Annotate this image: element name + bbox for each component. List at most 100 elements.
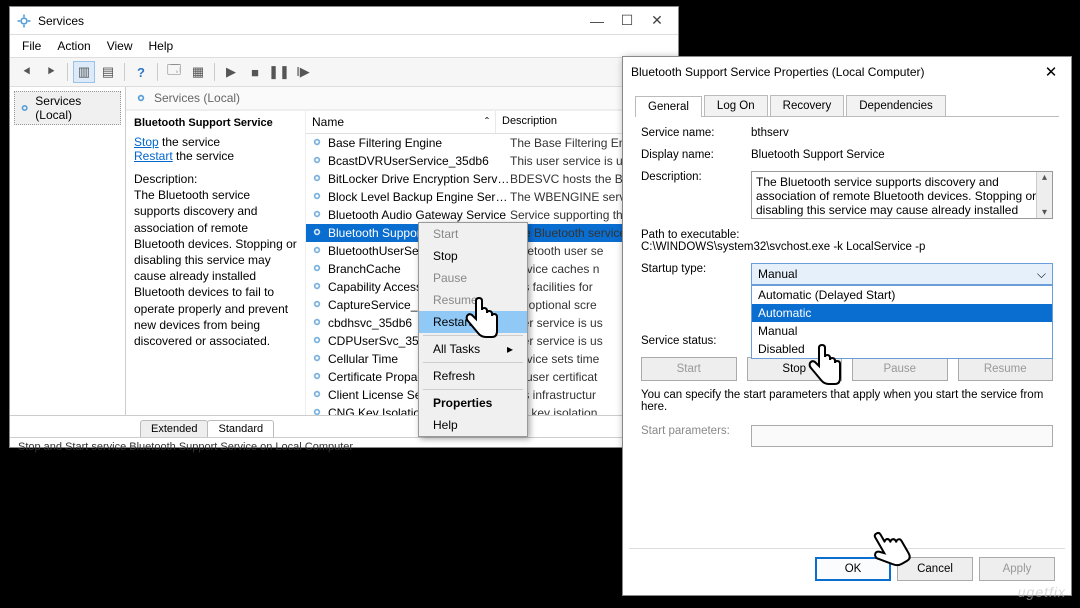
desc-text: The Bluetooth service supports discovery… (134, 187, 297, 349)
close-button[interactable]: ✕ (642, 10, 672, 32)
tab-dependencies[interactable]: Dependencies (846, 95, 946, 116)
value-path: C:\WINDOWS\system32\svchost.exe -k Local… (641, 241, 925, 253)
startup-option[interactable]: Disabled (752, 340, 1052, 358)
ctx-stop[interactable]: Stop (419, 245, 527, 267)
resume-button[interactable]: Resume (958, 357, 1054, 381)
view-tabs: Extended Standard (10, 415, 678, 437)
restart-service-icon[interactable]: I▶ (292, 61, 314, 83)
gear-icon (18, 101, 31, 115)
properties-dialog: Bluetooth Support Service Properties (Lo… (622, 56, 1072, 596)
value-display-name: Bluetooth Support Service (751, 149, 1053, 161)
export-icon[interactable]: 🗔 (163, 61, 185, 83)
restart-service-link[interactable]: Restart (134, 149, 173, 163)
context-menu: StartStopPauseResumeRestart All Tasks Refr… (418, 222, 528, 437)
note-text: You can specify the start parameters tha… (641, 389, 1053, 413)
gear-icon (310, 333, 324, 350)
scrollbar[interactable]: ▴▾ (1036, 172, 1052, 218)
gear-icon (310, 171, 324, 188)
forward-icon[interactable]: ⯈ (40, 61, 62, 83)
ctx-properties[interactable]: Properties (419, 392, 527, 414)
ok-button[interactable]: OK (815, 557, 891, 581)
menu-file[interactable]: File (14, 37, 49, 55)
scroll-down-icon: ▾ (1037, 207, 1052, 218)
back-icon[interactable]: ⯇ (16, 61, 38, 83)
gear-icon (134, 91, 148, 105)
ctx-all-tasks[interactable]: All Tasks (419, 338, 527, 360)
property-tabs: General Log On Recovery Dependencies (635, 95, 1059, 117)
toolbar: ⯇ ⯈ ▥ ▤ ? 🗔 ▦ ▶ ■ ❚❚ I▶ (10, 58, 678, 87)
titlebar[interactable]: Services — ☐ ✕ (10, 7, 678, 35)
label-description: Description: (641, 171, 751, 183)
label-display-name: Display name: (641, 149, 751, 161)
label-service-status: Service status: (641, 335, 751, 347)
tree-pane: Services (Local) (10, 87, 126, 415)
window-title: Services (38, 14, 582, 28)
maximize-button[interactable]: ☐ (612, 10, 642, 32)
toggle-tree-icon[interactable]: ▥ (73, 61, 95, 83)
ctx-refresh[interactable]: Refresh (419, 365, 527, 387)
show-hide-icon[interactable]: ▤ (97, 61, 119, 83)
stop-service-link[interactable]: Stop (134, 135, 159, 149)
gear-icon (310, 153, 324, 170)
stop-service-icon[interactable]: ■ (244, 61, 266, 83)
startup-type-dropdown: Automatic (Delayed Start)AutomaticManual… (751, 285, 1053, 359)
startup-type-select[interactable]: Manual (751, 263, 1053, 285)
tab-log-on[interactable]: Log On (704, 95, 768, 116)
gear-icon (310, 297, 324, 314)
start-service-icon[interactable]: ▶ (220, 61, 242, 83)
apply-button[interactable]: Apply (979, 557, 1055, 581)
gear-icon (310, 225, 324, 242)
ctx-resume: Resume (419, 289, 527, 311)
pause-button[interactable]: Pause (852, 357, 948, 381)
minimize-button[interactable]: — (582, 10, 612, 32)
desc-label: Description: (134, 171, 297, 187)
column-name[interactable]: Nameˆ (306, 111, 496, 133)
ctx-pause: Pause (419, 267, 527, 289)
stop-button[interactable]: Stop (747, 357, 843, 381)
startup-option[interactable]: Manual (752, 322, 1052, 340)
gear-icon (310, 279, 324, 296)
startup-option[interactable]: Automatic (752, 304, 1052, 322)
tab-standard[interactable]: Standard (207, 420, 274, 437)
gear-icon (310, 315, 324, 332)
menu-help[interactable]: Help (141, 37, 182, 55)
help-icon[interactable]: ? (130, 61, 152, 83)
panel-title: Services (Local) (154, 91, 240, 105)
cancel-button[interactable]: Cancel (897, 557, 973, 581)
tab-general[interactable]: General (635, 96, 702, 117)
tree-root-label: Services (Local) (35, 94, 117, 122)
pause-service-icon[interactable]: ❚❚ (268, 61, 290, 83)
services-window: Services — ☐ ✕ File Action View Help ⯇ ⯈… (9, 6, 679, 448)
sort-asc-icon: ˆ (485, 115, 489, 129)
menu-view[interactable]: View (99, 37, 141, 55)
ctx-restart[interactable]: Restart (419, 311, 527, 333)
menubar: File Action View Help (10, 35, 678, 58)
properties-icon[interactable]: ▦ (187, 61, 209, 83)
gear-icon (310, 369, 324, 386)
label-service-name: Service name: (641, 127, 751, 139)
tab-recovery[interactable]: Recovery (770, 95, 845, 116)
close-icon[interactable]: ✕ (1039, 60, 1063, 84)
ctx-help[interactable]: Help (419, 414, 527, 436)
services-icon (16, 13, 32, 29)
label-path: Path to executable: (641, 229, 739, 241)
start-button[interactable]: Start (641, 357, 737, 381)
ctx-start: Start (419, 223, 527, 245)
description-box[interactable]: The Bluetooth service supports discovery… (751, 171, 1053, 219)
startup-option[interactable]: Automatic (Delayed Start) (752, 286, 1052, 304)
label-startup-type: Startup type: (641, 263, 751, 275)
gear-icon (310, 405, 324, 416)
tree-root-node[interactable]: Services (Local) (14, 91, 121, 125)
value-service-name: bthserv (751, 127, 1053, 139)
tab-extended[interactable]: Extended (140, 420, 208, 437)
gear-icon (310, 207, 324, 224)
scroll-up-icon: ▴ (1037, 172, 1052, 183)
gear-icon (310, 387, 324, 404)
service-detail-pane: Bluetooth Support Service Stop the servi… (126, 111, 306, 415)
gear-icon (310, 351, 324, 368)
menu-action[interactable]: Action (49, 37, 98, 55)
gear-icon (310, 135, 324, 152)
start-parameters-input[interactable] (751, 425, 1053, 447)
gear-icon (310, 261, 324, 278)
detail-heading: Bluetooth Support Service (134, 117, 297, 129)
